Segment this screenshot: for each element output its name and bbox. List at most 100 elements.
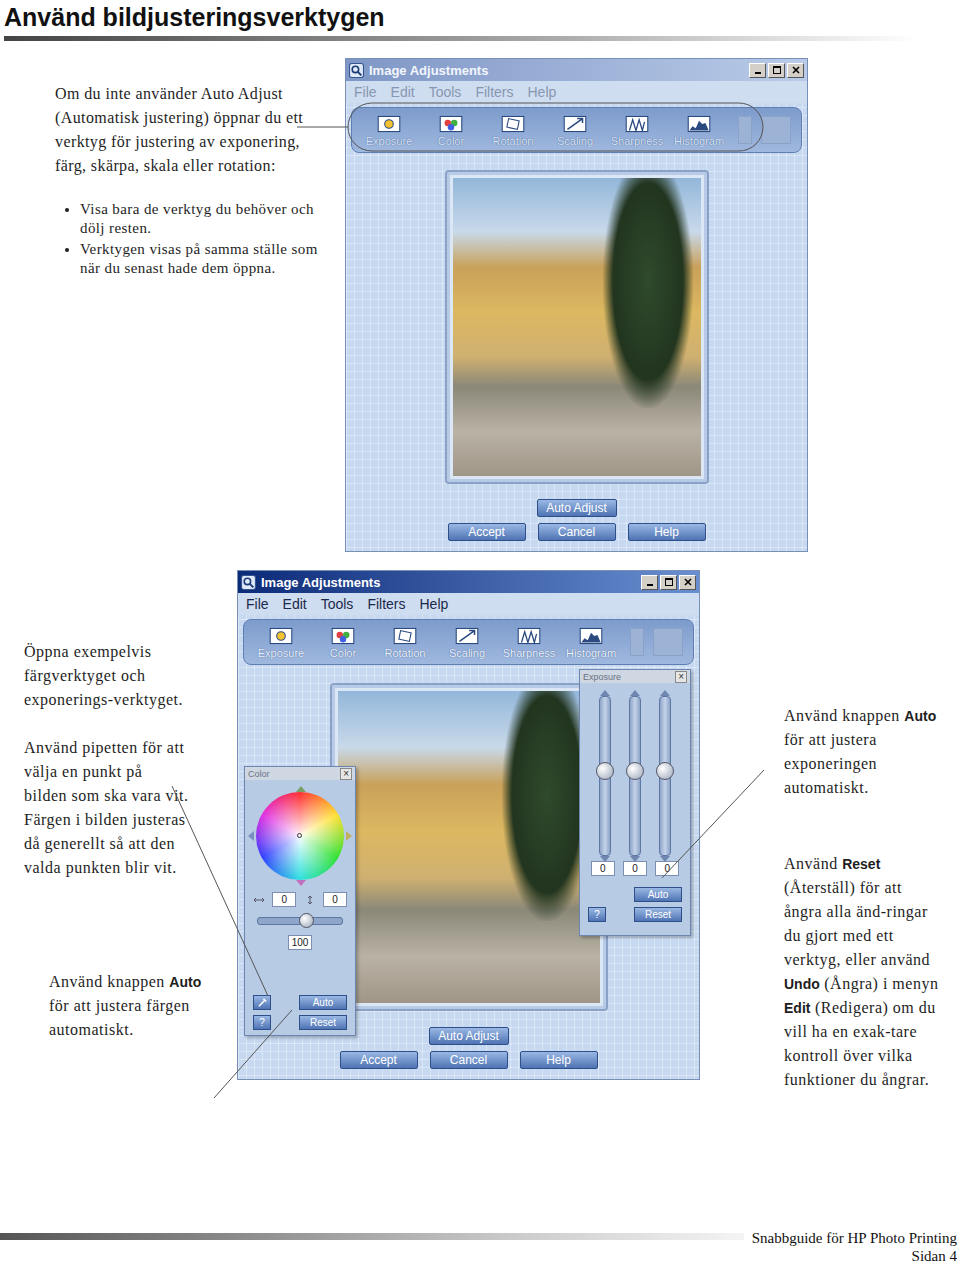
auto-button[interactable]: Auto (299, 995, 347, 1010)
guide-name: Snabbguide för HP Photo Printing (752, 1229, 957, 1247)
pipette-button[interactable] (253, 995, 271, 1010)
panel-close-button[interactable]: × (340, 768, 352, 780)
tool-button[interactable]: Exposure (362, 113, 416, 147)
menu-item[interactable]: Tools (321, 596, 354, 612)
tool-button[interactable]: Exposure (254, 625, 308, 659)
slider-knob[interactable] (299, 913, 314, 928)
tool-button[interactable]: Histogram (564, 625, 618, 659)
tool-label: Histogram (566, 647, 616, 659)
help-button[interactable]: ? (588, 907, 606, 922)
auto-button[interactable]: Auto (634, 887, 682, 902)
auto-adjust-button[interactable]: Auto Adjust (429, 1027, 509, 1045)
dialog-buttons: Accept Cancel Help (346, 521, 807, 551)
tool-button[interactable]: Scaling (440, 625, 494, 659)
exposure-slider[interactable] (659, 696, 671, 856)
panel-auto-row: Auto (245, 995, 355, 1010)
vertical-arrow-icon (304, 896, 316, 904)
reset-button[interactable]: Reset (299, 1015, 347, 1030)
menu-item[interactable]: Filters (367, 596, 405, 612)
panel-title-bar: Exposure× (580, 670, 690, 683)
triangle-icon (248, 831, 254, 841)
value-field[interactable]: 0 (623, 861, 647, 876)
slider-knob[interactable] (656, 762, 674, 780)
dialog-button[interactable]: Help (520, 1051, 598, 1069)
empty-tool-slot (738, 116, 752, 144)
close-button[interactable] (679, 575, 696, 590)
dialog-button[interactable]: Accept (340, 1051, 418, 1069)
exposure-values: 000 (580, 861, 690, 876)
close-button[interactable] (787, 63, 804, 78)
image-canvas (346, 157, 807, 496)
tool-button[interactable]: Scaling (548, 113, 602, 147)
toolbar-area: Exposure ColorRotationScaling Sharpness His… (238, 615, 699, 669)
dialog-button[interactable]: Cancel (430, 1051, 508, 1069)
value-field[interactable]: 0 (655, 861, 679, 876)
tool-button[interactable]: Sharpness (610, 113, 664, 147)
tool-label: Exposure (366, 135, 412, 147)
tool-button[interactable]: Rotation (486, 113, 540, 147)
histogram-icon (685, 113, 713, 135)
exposure-icon (375, 113, 403, 135)
photo-tree (603, 178, 693, 408)
color-wheel-area (245, 785, 355, 887)
tool-button[interactable]: Rotation (378, 625, 432, 659)
dialog-button[interactable]: Cancel (538, 523, 616, 541)
exposure-slider[interactable] (629, 696, 641, 856)
window-controls (641, 575, 696, 590)
tool-button[interactable]: Sharpness (502, 625, 556, 659)
bullet-item: Verktygen visas på samma ställe som när … (80, 240, 331, 278)
menu-item[interactable]: Help (420, 596, 449, 612)
empty-tool-slot (630, 628, 644, 656)
minimize-button[interactable] (749, 63, 766, 78)
maximize-icon (664, 577, 674, 587)
amount-field[interactable]: 100 (288, 935, 312, 950)
value-field[interactable]: 0 (591, 861, 615, 876)
note-paragraph: Öppna exempelvis färgverktyget och expon… (24, 640, 189, 712)
value-field[interactable]: 0 (323, 892, 347, 907)
menu-item[interactable]: Filters (475, 84, 513, 100)
tool-label: Exposure (258, 647, 304, 659)
tool-button[interactable]: Color (316, 625, 370, 659)
sharpness-icon (515, 625, 543, 647)
tool-label: Sharpness (503, 647, 556, 659)
reset-button[interactable]: Reset (634, 907, 682, 922)
slider-knob[interactable] (626, 762, 644, 780)
dialog-button[interactable]: Accept (448, 523, 526, 541)
scaling-icon (561, 113, 589, 135)
amount-slider[interactable] (257, 917, 343, 925)
maximize-button[interactable] (660, 575, 677, 590)
minimize-button[interactable] (641, 575, 658, 590)
menu-item[interactable]: Edit (283, 596, 307, 612)
tool-button[interactable]: Histogram (672, 113, 726, 147)
triangle-icon (630, 856, 640, 862)
menu-item[interactable]: Edit (391, 84, 415, 100)
menu-item[interactable]: File (246, 596, 269, 612)
tool-panel[interactable]: Exposure×000Auto?Reset (579, 669, 691, 936)
triangle-icon (296, 880, 306, 886)
minimize-icon (645, 577, 655, 587)
tool-label: Sharpness (611, 135, 664, 147)
color-wheel[interactable] (256, 792, 344, 880)
dialog-button[interactable]: Help (628, 523, 706, 541)
bullet-list: Visa bara de verktyg du behöver och dölj… (55, 200, 331, 278)
panel-close-button[interactable]: × (675, 671, 687, 683)
rotation-icon (499, 113, 527, 135)
panel-auto-row: Auto (580, 887, 690, 902)
exposure-slider[interactable] (599, 696, 611, 856)
scaling-icon (453, 625, 481, 647)
slider-knob[interactable] (596, 762, 614, 780)
toolbar: Exposure ColorRotation Scaling Sharpness His… (351, 107, 802, 153)
menu-bar: File Edit Tools Filters Help (238, 593, 699, 615)
window-controls (749, 63, 804, 78)
tool-panel[interactable]: Color×00100Auto?Reset (244, 766, 356, 1036)
tool-label: Scaling (557, 135, 593, 147)
intro-paragraph: Om du inte använder Auto Adjust (Automat… (55, 82, 331, 178)
maximize-button[interactable] (768, 63, 785, 78)
help-button[interactable]: ? (253, 1015, 271, 1030)
menu-item[interactable]: File (354, 84, 377, 100)
tool-button[interactable]: Color (424, 113, 478, 147)
value-field[interactable]: 0 (272, 892, 296, 907)
auto-adjust-button[interactable]: Auto Adjust (537, 499, 617, 517)
menu-item[interactable]: Help (528, 84, 557, 100)
menu-item[interactable]: Tools (429, 84, 462, 100)
